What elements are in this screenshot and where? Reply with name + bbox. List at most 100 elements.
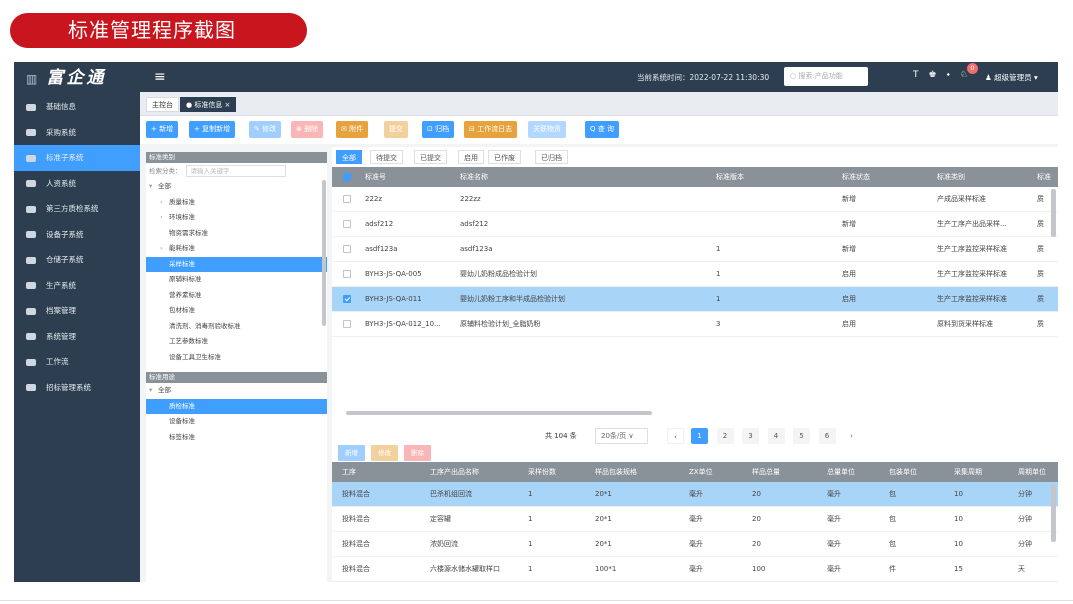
detail-row[interactable]: 投料混合 浓奶回流 1 20*1 毫升 20 毫升 包 10 分钟 (332, 532, 1058, 557)
category-scrollbar[interactable] (322, 180, 326, 326)
user-menu[interactable]: ♟ 超级管理员 ▾ (985, 72, 1038, 83)
filter-tab-3[interactable]: 启用 (458, 150, 484, 164)
toolbar-button-5[interactable]: 提交 (384, 121, 408, 138)
row-checkbox[interactable] (343, 195, 351, 203)
tree-node[interactable]: 标签标准 (146, 430, 327, 446)
table-cell: 天 (1018, 565, 1025, 573)
detail-row[interactable]: 投料混合 巴杀机组回流 1 20*1 毫升 20 毫升 包 10 分钟 (332, 482, 1058, 507)
detail-button-0[interactable]: 新增 (338, 445, 365, 461)
table-cell: 毫升 (827, 540, 841, 548)
toolbar-button-3[interactable]: ⊗ 删除 (291, 121, 324, 138)
toolbar-button-4[interactable]: ✉ 附件 (336, 121, 369, 138)
detail-row[interactable]: 投料混合 定容罐 1 20*1 毫升 20 毫升 包 10 分钟 (332, 507, 1058, 532)
table-row[interactable]: BYH3-JS-QA-011 婴幼儿奶粉工序和半成品检验计划 1 启用 生产工序监控采样… (332, 287, 1058, 312)
sidebar-item-3[interactable]: 人资系统 (14, 171, 140, 197)
tree-node[interactable]: 物资需求标准 (146, 226, 327, 242)
tree-arrow-icon[interactable]: ▾ (149, 383, 158, 399)
filter-tab-4[interactable]: 已作废 (488, 150, 521, 164)
sidebar-item-8[interactable]: 档案管理 (14, 298, 140, 324)
sidebar-item-0[interactable]: 基础信息 (14, 94, 140, 120)
tree-node[interactable]: 工艺参数标准 (146, 334, 327, 350)
table-row[interactable]: adsf212 adsf212 新增 生产工序产出品采样... 质 (332, 212, 1058, 237)
sidebar-item-11[interactable]: 招标管理系统 (14, 375, 140, 401)
row-checkbox[interactable] (343, 295, 351, 303)
tree-node[interactable]: › 环境标准 (146, 210, 327, 226)
menu-toggle-icon[interactable]: ≡ (154, 69, 166, 85)
font-size-icon[interactable]: T (913, 70, 929, 80)
row-checkbox[interactable] (343, 270, 351, 278)
sidebar-item-label: 档案管理 (46, 306, 76, 315)
detail-button-1[interactable]: 修改 (371, 445, 398, 461)
row-checkbox[interactable] (343, 245, 351, 253)
sidebar-item-label: 标准子系统 (46, 153, 84, 162)
tab-standard-info[interactable]: ● 标准信息 × (180, 97, 237, 112)
tree-node[interactable]: 设备工具卫生标准 (146, 350, 327, 366)
filter-tab-2[interactable]: 已提交 (414, 150, 447, 164)
sidebar-item-2[interactable]: 标准子系统 (14, 145, 140, 171)
tree-node[interactable]: › 采样标准 (146, 256, 327, 273)
row-checkbox[interactable] (343, 220, 351, 228)
detail-button-2[interactable]: 删除 (404, 445, 431, 461)
page-button-2[interactable]: 2 (716, 428, 734, 444)
page-button-3[interactable]: 3 (742, 428, 759, 444)
sidebar-item-9[interactable]: 系统管理 (14, 324, 140, 350)
toolbar-button-6[interactable]: ⊡ 归档 (422, 121, 455, 138)
tree-node[interactable]: 原辅料标准 (146, 272, 327, 288)
sidebar-item-10[interactable]: 工作流 (14, 349, 140, 375)
tree-node[interactable]: 包材标准 (146, 303, 327, 319)
tree-node[interactable]: ▾ 全部 (146, 179, 327, 195)
filter-tab-0[interactable]: 全部 (336, 150, 362, 164)
table-cell: 1 (528, 540, 533, 548)
filter-tab-1[interactable]: 待提交 (370, 150, 403, 164)
tree-node[interactable]: › 质量标准 (146, 195, 327, 211)
page-button-4[interactable]: 4 (767, 428, 785, 444)
toolbar-button-7[interactable]: ⊟ 工作流日志 (464, 121, 518, 138)
tree-arrow-icon[interactable]: › (160, 257, 169, 273)
toolbar-button-8[interactable]: 关联物资 (528, 121, 566, 138)
table-row[interactable]: BYH3-JS-QA-012_10... 原辅料检验计划_全脂奶粉 3 启用 原料到货采… (332, 312, 1058, 337)
toolbar-button-2[interactable]: ✎ 修改 (249, 121, 282, 138)
skin-icon[interactable]: ♚ (929, 70, 947, 80)
toolbar-button-1[interactable]: + 复制新增 (189, 121, 236, 138)
prev-page-button[interactable]: ‹ (667, 428, 684, 444)
tab-home[interactable]: 主控台 (146, 97, 179, 112)
sidebar-item-4[interactable]: 第三方质检系统 (14, 196, 140, 222)
toolbar-button-9[interactable]: Q 查 询 (585, 121, 619, 138)
detail-scrollbar[interactable] (1051, 484, 1056, 542)
tree-node[interactable]: 营养素标准 (146, 288, 327, 304)
sidebar-item-6[interactable]: 仓储子系统 (14, 247, 140, 273)
tree-node[interactable]: 质检标准 (146, 398, 327, 414)
next-page-button[interactable]: › (843, 428, 860, 444)
sidebar-item-7[interactable]: 生产系统 (14, 273, 140, 299)
column-header: 采样份数 (528, 468, 556, 476)
select-all-checkbox[interactable] (343, 173, 351, 181)
tree-node[interactable]: › 能耗标准 (146, 241, 327, 257)
search-input[interactable]: ○ 搜索:产品功能 (784, 67, 868, 86)
page-button-1[interactable]: 1 (691, 428, 708, 444)
tree-node[interactable]: ▾ 全部 (146, 383, 327, 399)
row-checkbox[interactable] (343, 320, 351, 328)
page-size-select[interactable]: 20条/页 ∨ (595, 428, 648, 444)
table-row[interactable]: BYH3-JS-QA-005 婴幼儿奶粉成品检验计划 1 启用 生产工序监控采样标准 质 (332, 262, 1058, 287)
sidebar-item-5[interactable]: 设备子系统 (14, 222, 140, 248)
column-header: 标准名称 (460, 173, 488, 181)
detail-row[interactable]: 投料混合 六楼源水储水罐取样口 1 100*1 毫升 100 毫升 件 15 天 (332, 557, 1058, 582)
table-row[interactable]: asdf123a asdf123a 1 新增 生产工序监控采样标准 质 (332, 237, 1058, 262)
tree-arrow-icon[interactable]: ▾ (149, 179, 158, 195)
tree-arrow-icon[interactable]: › (160, 195, 169, 211)
tree-arrow-icon[interactable]: › (160, 241, 169, 257)
table-scrollbar[interactable] (1051, 189, 1056, 237)
tree-node[interactable]: 设备标准 (146, 414, 327, 430)
filter-tab-5[interactable]: 已归档 (535, 150, 568, 164)
tree-arrow-icon[interactable]: › (160, 210, 169, 226)
table-hscrollbar[interactable] (346, 411, 652, 415)
page-button-6[interactable]: 6 (818, 428, 836, 444)
toolbar-button-0[interactable]: + 新增 (146, 121, 179, 138)
category-filter-input[interactable]: 请输入关键字 (185, 165, 286, 177)
table-row[interactable]: 222z 222zz 新增 产成品采样标准 质 (332, 187, 1058, 212)
page-button-5[interactable]: 5 (793, 428, 810, 444)
table-cell: 毫升 (689, 490, 703, 498)
sidebar-item-1[interactable]: 采购系统 (14, 120, 140, 146)
lock-icon[interactable]: ⬩ (947, 70, 960, 80)
tree-node[interactable]: 清洗剂、消毒剂验收标准 (146, 319, 327, 335)
